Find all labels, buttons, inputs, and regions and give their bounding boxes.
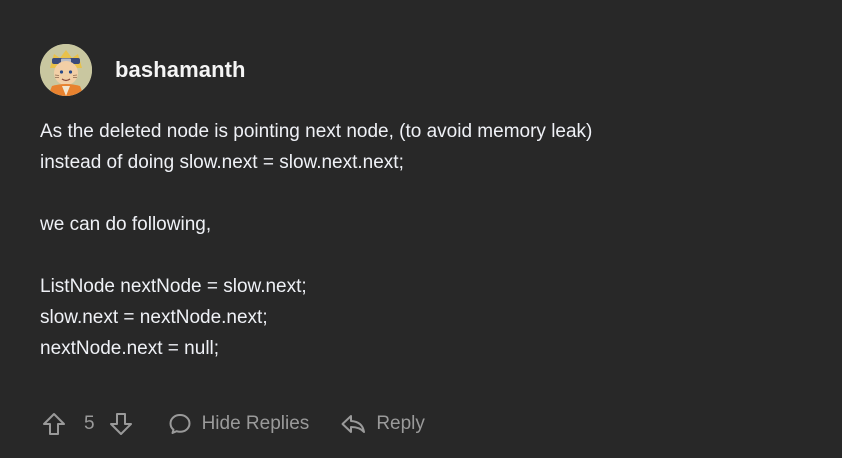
reply-label: Reply <box>376 413 425 434</box>
reply-button[interactable]: Reply <box>340 412 425 436</box>
comment-author[interactable]: bashamanth <box>115 57 246 83</box>
comment-line: we can do following, <box>40 214 212 235</box>
comment-line: slow.next = nextNode.next; <box>40 307 268 328</box>
upvote-button[interactable] <box>40 410 68 438</box>
comment-line: As the deleted node is pointing next nod… <box>40 121 593 142</box>
hide-replies-label: Hide Replies <box>201 413 310 434</box>
comment-line: instead of doing slow.next = slow.next.n… <box>40 152 404 173</box>
vote-count: 5 <box>84 413 95 434</box>
reply-arrow-icon <box>341 415 366 433</box>
speech-bubble-icon <box>169 414 191 434</box>
comment-actions: 5 Hide Replies Reply <box>40 408 425 440</box>
hide-replies-button[interactable]: Hide Replies <box>168 412 310 436</box>
comment-line: ListNode nextNode = slow.next; <box>40 276 307 297</box>
downvote-button[interactable] <box>107 410 135 438</box>
comment-card: bashamanth As the deleted node is pointi… <box>0 0 842 458</box>
user-avatar-icon[interactable] <box>40 44 92 96</box>
avatar-image <box>40 44 92 96</box>
comment-line: nextNode.next = null; <box>40 338 220 359</box>
arrow-up-icon <box>43 413 65 435</box>
comment-body: As the deleted node is pointing next nod… <box>40 116 820 364</box>
comment-header: bashamanth <box>40 44 246 96</box>
arrow-down-icon <box>109 413 132 435</box>
